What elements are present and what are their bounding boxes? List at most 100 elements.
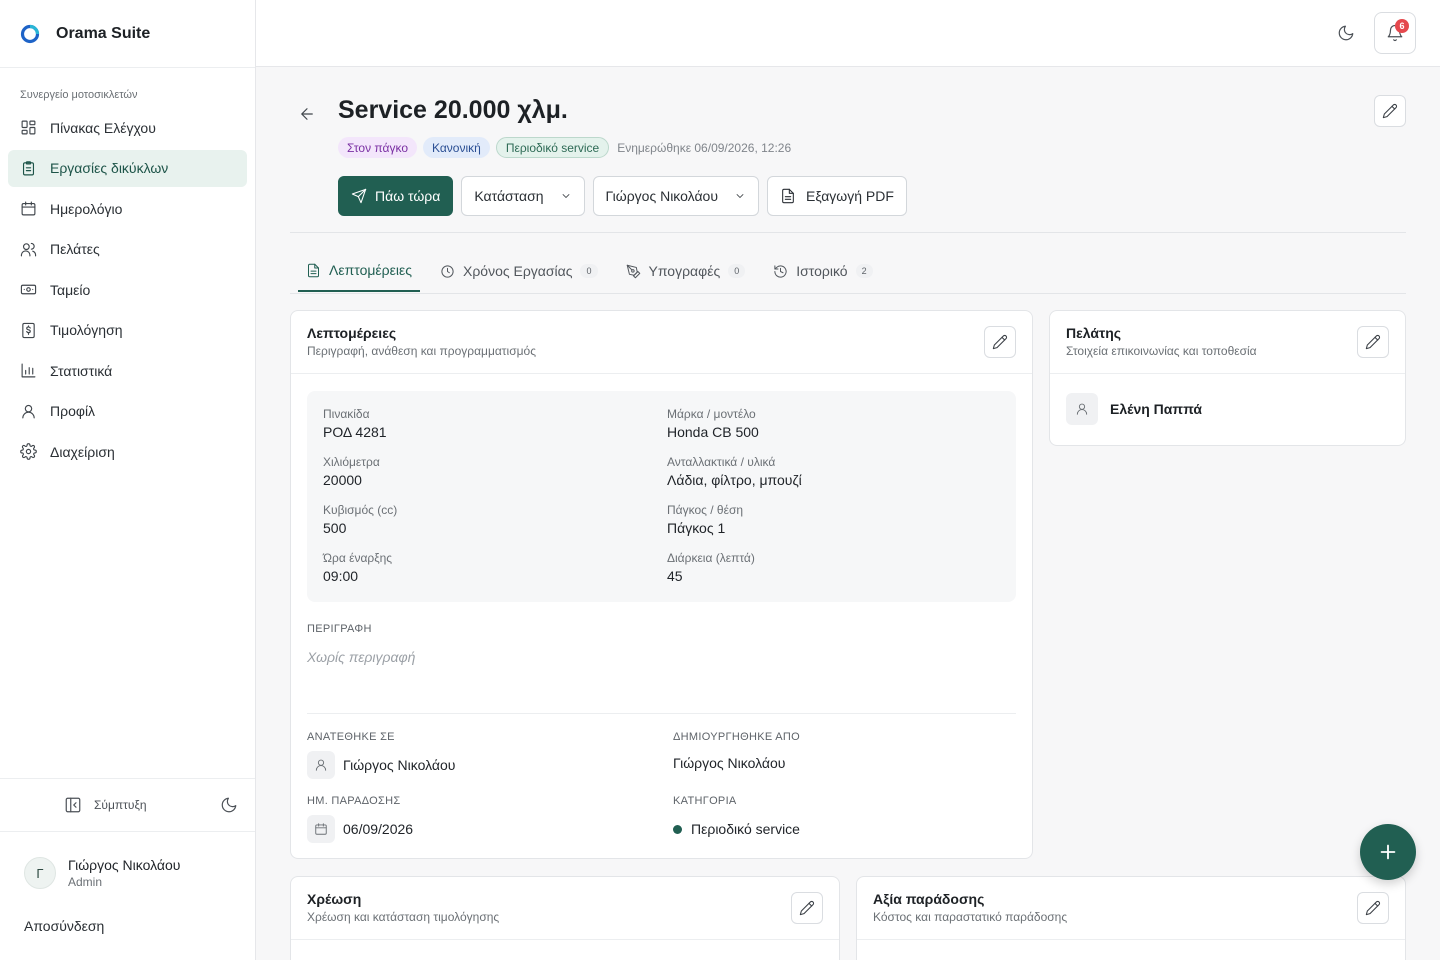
description-value: Χωρίς περιγραφή — [307, 649, 416, 665]
user-role: Admin — [68, 875, 103, 889]
field-value: ΡΟΔ 4281 — [323, 424, 387, 440]
settings-icon — [20, 443, 37, 460]
sidebar-item-profile[interactable]: Προφίλ — [8, 393, 247, 430]
description-label: ΠΕΡΙΓΡΑΦΗ — [307, 623, 372, 635]
clipboard-icon — [22, 160, 35, 175]
status-dropdown[interactable]: Κατάσταση — [461, 176, 585, 216]
pencil-icon — [1365, 334, 1381, 350]
client-card: Πελάτης Στοιχεία επικοινωνίας και τοποθε… — [1049, 310, 1406, 446]
brand[interactable]: Orama Suite — [0, 0, 255, 68]
field-label: Πάγκος / θέση — [667, 503, 744, 517]
field-duration: Διάρκεια (λεπτά) 45 — [667, 551, 755, 584]
tab-history[interactable]: Ιστορικό 2 — [765, 250, 880, 292]
edit-job-button[interactable] — [1374, 95, 1406, 127]
client-row[interactable]: Ελένη Παππά — [1066, 393, 1202, 425]
delivery-value-card: Αξία παράδοσης Κόστος και παραστατικό πα… — [856, 876, 1406, 960]
pencil-icon — [1382, 103, 1398, 119]
field-value: Πάγκος 1 — [667, 520, 726, 536]
category-color-dot — [673, 824, 682, 834]
logout-link[interactable]: Αποσύνδεση — [24, 918, 104, 934]
sidebar-nav: Πίνακας Ελέγχου Εργασίες δικύκλων Ημερολ… — [0, 109, 255, 470]
card-title: Αξία παράδοσης — [873, 891, 985, 907]
collapse-sidebar-button[interactable]: Σύμπτυξη — [64, 796, 147, 814]
user-icon — [22, 404, 35, 418]
field-value: 09:00 — [323, 568, 359, 584]
sidebar-item-admin[interactable]: Διαχείριση — [8, 433, 247, 470]
go-now-button[interactable]: Πάω τώρα — [338, 176, 454, 216]
file-icon — [782, 188, 794, 204]
card-header: Λεπτομέρειες Περιγραφή, ανάθεση και προγ… — [291, 311, 1032, 374]
delivery-date: 06/09/2026 — [343, 821, 414, 837]
sidebar-item-customers[interactable]: Πελάτες — [8, 231, 247, 268]
edit-delivery-value-button[interactable] — [1357, 892, 1389, 924]
divider — [307, 713, 1016, 714]
field-label: Μάρκα / μοντέλο — [667, 407, 756, 421]
current-user[interactable]: Γ Γιώργος Νικολάου Admin — [24, 857, 180, 889]
field-value: 20000 — [323, 472, 362, 488]
tab-count: 2 — [855, 264, 873, 278]
history-icon — [774, 264, 787, 278]
field-label: Διάρκεια (λεπτά) — [667, 551, 755, 565]
edit-charge-button[interactable] — [791, 892, 823, 924]
add-fab-button[interactable] — [1360, 824, 1416, 880]
field-value: Honda CB 500 — [667, 424, 759, 440]
field-label: Ανταλλακτικά / υλικά — [667, 455, 776, 469]
calendar-icon — [21, 201, 36, 216]
file-text-icon — [308, 263, 319, 277]
tab-signatures[interactable]: Υπογραφές 0 — [618, 250, 754, 292]
chevron-down-icon — [736, 194, 744, 198]
theme-toggle-button[interactable] — [220, 796, 238, 814]
notifications-button[interactable]: 6 — [1374, 12, 1416, 54]
invoice-icon — [22, 322, 35, 338]
field-value: 500 — [323, 520, 347, 536]
sidebar-item-label: Πελάτες — [50, 241, 100, 257]
priority-badge: Κανονική — [423, 137, 490, 158]
tab-label: Χρόνος Εργασίας — [462, 263, 573, 279]
orama-logo-icon — [20, 24, 40, 43]
sidebar-item-calendar[interactable]: Ημερολόγιο — [8, 190, 247, 227]
sidebar-item-bike-jobs[interactable]: Εργασίες δικύκλων — [8, 149, 247, 187]
assigned-value: Γιώργος Νικολάου — [307, 751, 455, 779]
tab-count: 0 — [580, 264, 598, 278]
arrow-left-icon — [301, 108, 313, 120]
charge-card: Χρέωση Χρέωση και κατάσταση τιμολόγησης — [290, 876, 840, 960]
card-subtitle: Κόστος και παραστατικό παράδοσης — [873, 910, 1068, 924]
card-title: Λεπτομέρειες — [307, 325, 397, 341]
user-icon — [307, 751, 335, 779]
tab-label: Υπογραφές — [648, 263, 721, 279]
edit-client-button[interactable] — [1357, 326, 1389, 358]
theme-toggle-button[interactable] — [1337, 24, 1355, 42]
field-bench: Πάγκος / θέση Πάγκος 1 — [667, 503, 743, 536]
sidebar-item-cashier[interactable]: Ταμείο — [8, 271, 247, 308]
sidebar-item-label: Διαχείριση — [50, 443, 115, 460]
field-start-time: Ώρα έναρξης 09:00 — [323, 551, 392, 584]
card-subtitle: Χρέωση και κατάσταση τιμολόγησης — [307, 910, 500, 924]
tab-work-time[interactable]: Χρόνος Εργασίας 0 — [432, 250, 606, 292]
field-value: Λάδια, φίλτρο, μπουζί — [667, 472, 802, 488]
sidebar-item-label: Στατιστικά — [50, 362, 113, 379]
header-actions: Πάω τώρα Κατάσταση Γιώργος Νικολάου Εξαγ… — [338, 176, 915, 216]
field-value: 45 — [667, 568, 683, 584]
tab-details[interactable]: Λεπτομέρειες — [298, 250, 420, 292]
chevron-down-icon — [562, 194, 569, 198]
export-pdf-button[interactable]: Εξαγωγή PDF — [766, 176, 907, 216]
sidebar-item-invoicing[interactable]: Τιμολόγηση — [8, 312, 247, 349]
sidebar-item-statistics[interactable]: Στατιστικά — [8, 352, 247, 389]
tab-count: 0 — [728, 264, 746, 278]
go-now-label: Πάω τώρα — [375, 188, 441, 204]
sidebar-item-dashboard[interactable]: Πίνακας Ελέγχου — [8, 109, 247, 146]
field-make-model: Μάρκα / μοντέλο Honda CB 500 — [667, 407, 759, 440]
sidebar-item-label: Προφίλ — [50, 403, 96, 419]
collapse-label: Σύμπτυξη — [94, 798, 147, 812]
card-subtitle: Περιγραφή, ανάθεση και προγραμματισμός — [307, 344, 536, 358]
edit-details-button[interactable] — [984, 326, 1016, 358]
field-label: Κυβισμός (cc) — [323, 503, 398, 517]
assignee-dropdown[interactable]: Γιώργος Νικολάου — [592, 176, 759, 216]
field-label: Πινακίδα — [323, 407, 370, 421]
delivery-date-label: ΗΜ. ΠΑΡΑΔΟΣΗΣ — [307, 795, 401, 807]
sidebar-item-label: Τιμολόγηση — [50, 322, 123, 338]
notifications-count-badge: 6 — [1395, 19, 1409, 33]
back-button[interactable] — [298, 105, 316, 123]
pencil-icon — [1365, 900, 1381, 916]
field-label: Χιλιόμετρα — [323, 455, 380, 469]
